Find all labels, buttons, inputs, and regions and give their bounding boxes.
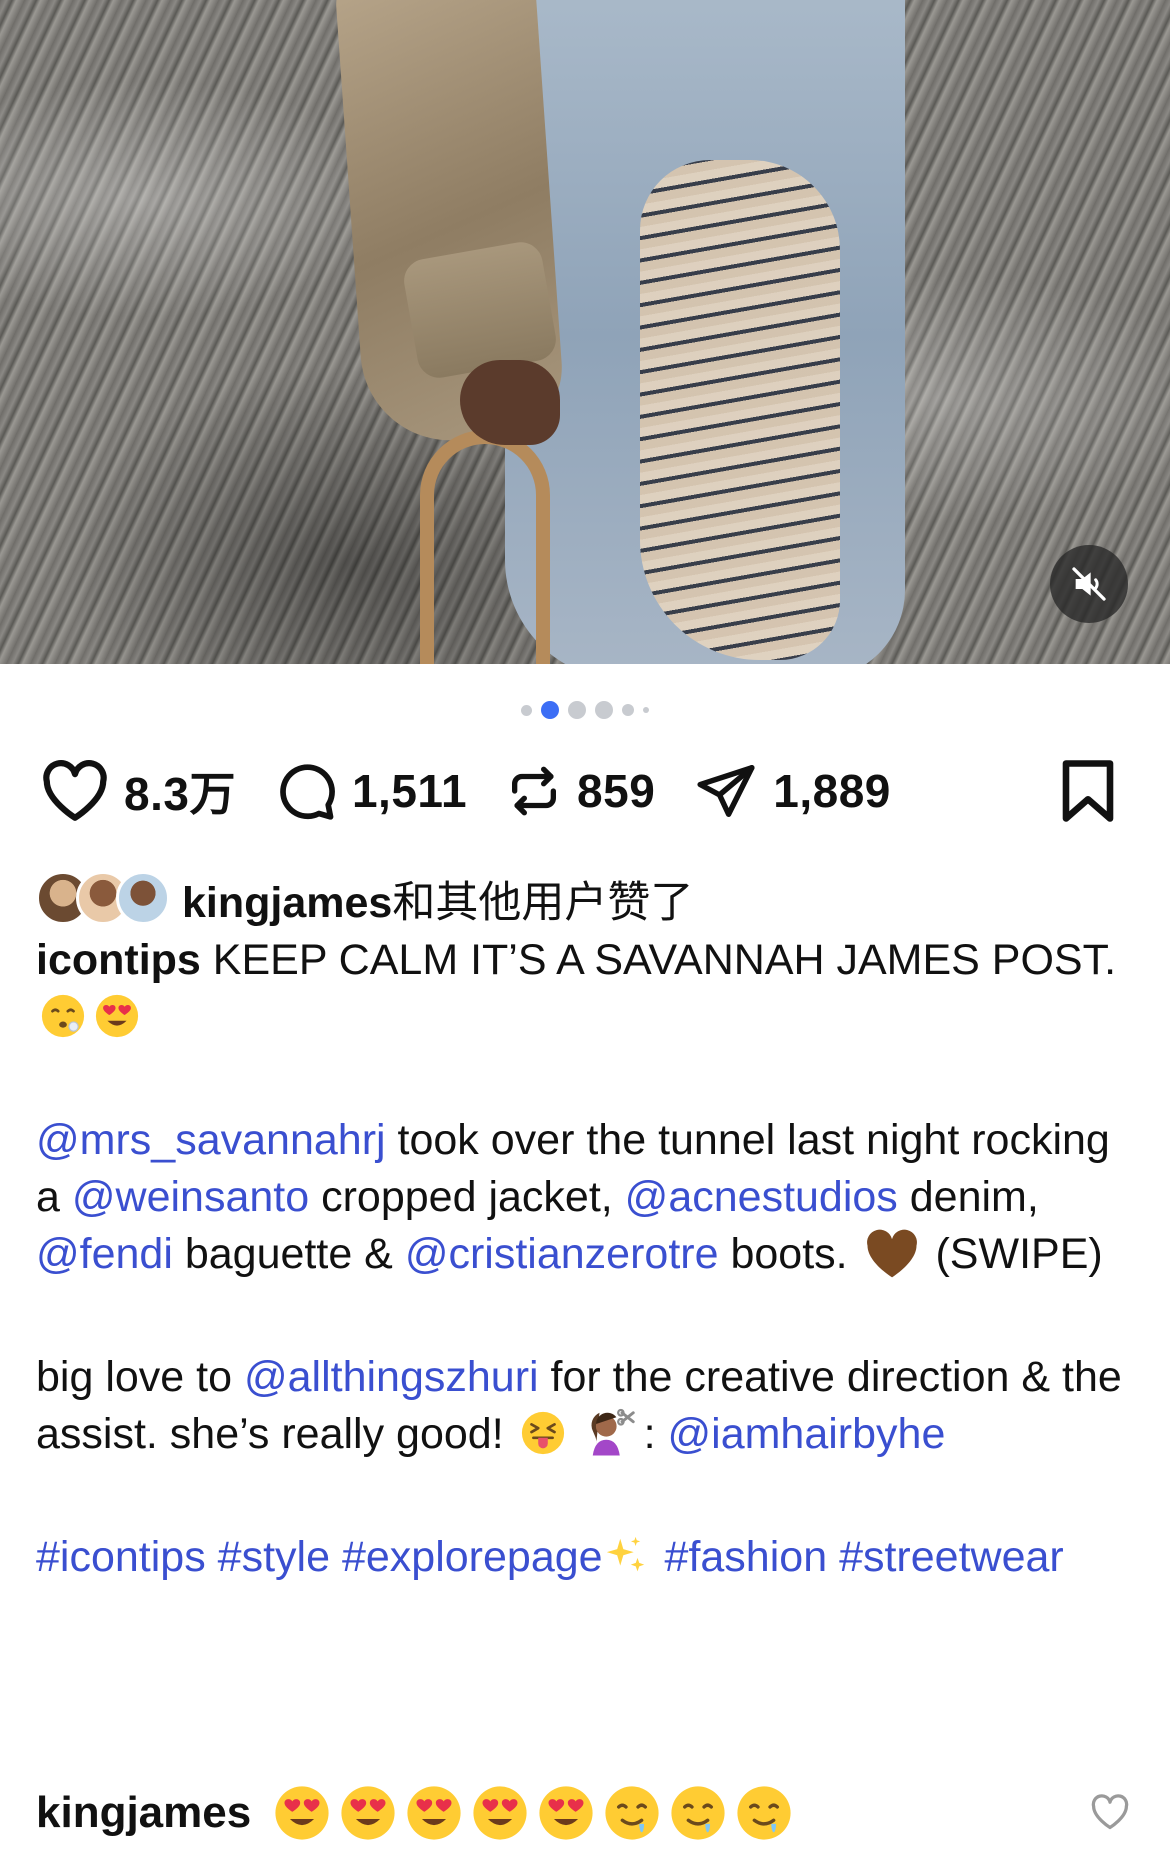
hashtag-link[interactable]: #style — [218, 1533, 330, 1581]
drooling-face-emoji-icon — [605, 1786, 659, 1840]
mute-button[interactable] — [1050, 545, 1128, 623]
face-exhaling-emoji-icon — [41, 994, 85, 1038]
action-bar: 8.3万 1,511 859 1,889 — [40, 760, 929, 822]
liked-by-suffix: 和其他用户赞了 — [392, 879, 694, 927]
post-caption: icontips KEEP CALM IT’S A SAVANNAH JAMES… — [36, 932, 1136, 1586]
mention-link[interactable]: @mrs_savannahrj — [36, 1116, 386, 1164]
like-count: 8.3万 — [124, 768, 236, 820]
repost-button[interactable]: 859 — [505, 760, 655, 822]
hashtag-link[interactable]: #explorepage — [342, 1533, 603, 1581]
comment-emojis — [269, 1784, 797, 1842]
mention-link[interactable]: @acnestudios — [625, 1173, 898, 1221]
caption-text: boots. — [718, 1230, 860, 1278]
carousel-dot — [595, 701, 613, 719]
comment-username[interactable]: kingjames — [36, 1788, 251, 1838]
caption-paragraph: icontips KEEP CALM IT’S A SAVANNAH JAMES… — [36, 932, 1136, 1046]
mention-link[interactable]: @allthingszhuri — [244, 1353, 539, 1401]
liked-by-text: kingjames和其他用户赞了 — [182, 868, 693, 930]
brown-heart-emoji-icon — [866, 1229, 917, 1278]
carousel-dot — [622, 704, 634, 716]
mention-link[interactable]: @iamhairbyhe — [667, 1410, 945, 1458]
share-count: 1,889 — [773, 765, 891, 817]
repost-count: 859 — [577, 765, 656, 817]
heart-eyes-emoji-icon — [95, 994, 139, 1038]
media-jeans-rips — [640, 160, 840, 660]
avatar — [116, 871, 170, 925]
squinting-tongue-emoji-icon — [521, 1411, 564, 1455]
comment-bubble-icon — [280, 764, 335, 820]
heart-outline-icon — [1091, 1794, 1129, 1830]
caption-text: cropped jacket, — [309, 1173, 625, 1221]
media-jacket-cuff — [400, 238, 560, 382]
speaker-muted-icon — [1072, 567, 1106, 601]
drooling-face-emoji-icon — [737, 1786, 791, 1840]
comment-button[interactable]: 1,511 — [274, 760, 467, 822]
mention-link[interactable]: @cristianzerotre — [405, 1230, 719, 1278]
caption-paragraph: big love to @allthingszhuri for the crea… — [36, 1349, 1136, 1463]
like-button[interactable]: 8.3万 — [40, 758, 236, 824]
comment-row: kingjames — [36, 1784, 797, 1842]
carousel-dot — [643, 707, 649, 713]
post-media[interactable] — [0, 0, 1170, 664]
caption-username[interactable]: icontips — [36, 936, 201, 984]
carousel-dot-active — [541, 701, 559, 719]
carousel-dot — [568, 701, 586, 719]
heart-eyes-emoji-icon — [473, 1786, 527, 1840]
caption-text: big love to — [36, 1353, 244, 1401]
carousel-dot — [521, 704, 532, 716]
media-hand — [460, 360, 560, 445]
comment-count: 1,511 — [351, 765, 468, 817]
hashtag-link[interactable]: #streetwear — [839, 1533, 1064, 1581]
carousel-indicator — [0, 701, 1170, 719]
comment-like-button[interactable] — [1090, 1794, 1130, 1835]
caption-text: : — [643, 1410, 668, 1458]
hashtag-link[interactable]: #fashion — [665, 1533, 828, 1581]
heart-eyes-emoji-icon — [407, 1786, 461, 1840]
haircut-emoji-icon — [591, 1408, 635, 1456]
repost-icon — [512, 766, 557, 816]
liked-by-row[interactable]: kingjames和其他用户赞了 — [36, 868, 693, 930]
heart-eyes-emoji-icon — [539, 1786, 593, 1840]
sparkles-emoji-icon — [606, 1536, 644, 1572]
send-icon — [697, 765, 755, 817]
liked-by-username[interactable]: kingjames — [182, 879, 392, 927]
media-bag-strap — [420, 430, 550, 664]
share-button[interactable]: 1,889 — [693, 760, 891, 822]
caption-text: (SWIPE) — [923, 1230, 1103, 1278]
heart-eyes-emoji-icon — [275, 1786, 329, 1840]
drooling-face-emoji-icon — [671, 1786, 725, 1840]
caption-text: baguette & — [172, 1230, 405, 1278]
bookmark-icon — [1062, 760, 1114, 822]
caption-text: KEEP CALM IT’S A SAVANNAH JAMES POST. — [200, 936, 1117, 984]
mention-link[interactable]: @weinsanto — [72, 1173, 309, 1221]
heart-icon — [43, 760, 107, 821]
heart-eyes-emoji-icon — [341, 1786, 395, 1840]
caption-paragraph: @mrs_savannahrj took over the tunnel las… — [36, 1112, 1136, 1283]
mention-link[interactable]: @fendi — [36, 1230, 173, 1278]
caption-hashtags: #icontips #style #explorepage #fashion #… — [36, 1529, 1136, 1586]
caption-text: denim, — [897, 1173, 1039, 1221]
liker-avatars — [36, 871, 172, 927]
save-button[interactable] — [1060, 758, 1116, 829]
hashtag-link[interactable]: #icontips — [36, 1533, 206, 1581]
